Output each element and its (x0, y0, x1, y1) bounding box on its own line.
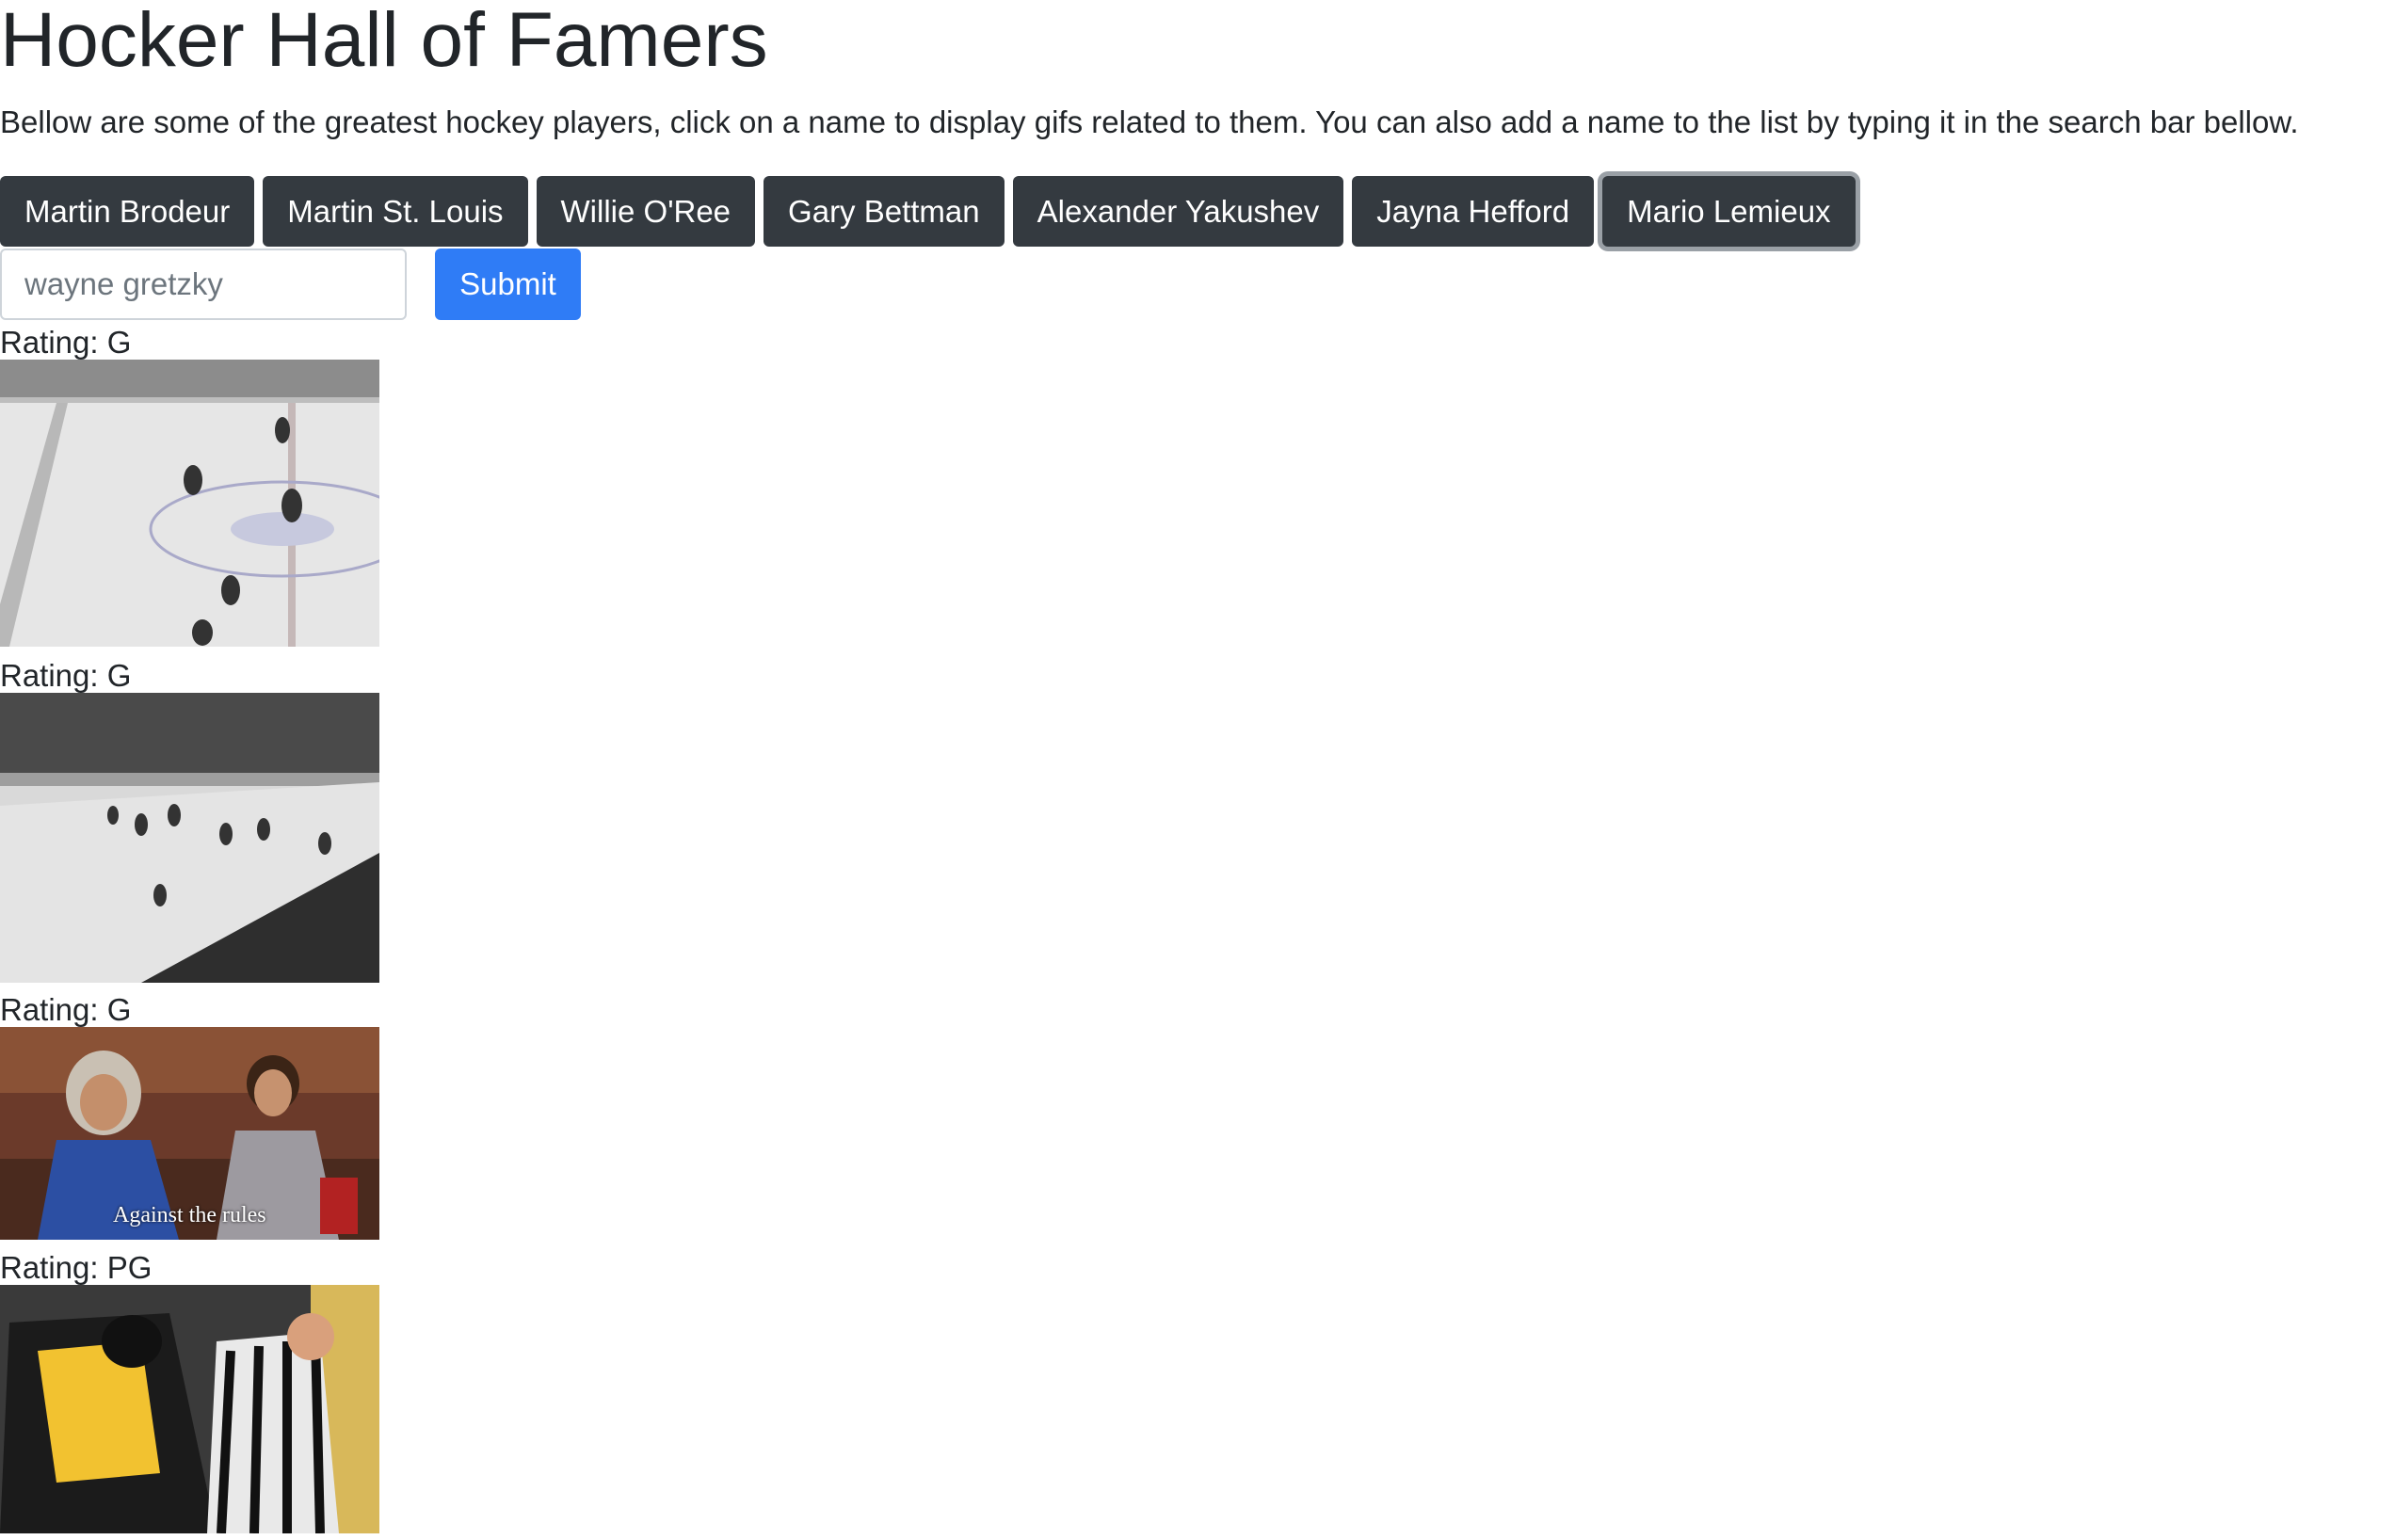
gif-rating: Rating: PG (0, 1250, 153, 1285)
player-button-row: Martin Brodeur Martin St. Louis Willie O… (0, 176, 1856, 247)
intro-text: Bellow are some of the greatest hockey p… (0, 104, 2299, 139)
gif-item: Rating: G Against the rules (0, 993, 379, 1240)
player-button-alexander-yakushev[interactable]: Alexander Yakushev (1012, 176, 1344, 247)
gif-item: Rating: PG (0, 1251, 379, 1533)
player-button-martin-brodeur[interactable]: Martin Brodeur (0, 176, 255, 247)
player-button-martin-st-louis[interactable]: Martin St. Louis (263, 176, 528, 247)
submit-button[interactable]: Submit (435, 249, 581, 320)
gif-image[interactable] (0, 360, 379, 647)
search-input[interactable] (0, 249, 407, 320)
gif-image[interactable] (0, 693, 379, 983)
page-title: Hocker Hall of Famers (0, 0, 768, 83)
player-button-gary-bettman[interactable]: Gary Bettman (764, 176, 1005, 247)
player-button-willie-oree[interactable]: Willie O'Ree (536, 176, 756, 247)
gif-rating: Rating: G (0, 325, 132, 360)
gif-item: Rating: G (0, 326, 379, 647)
page: Hocker Hall of Famers Bellow are some of… (0, 0, 2395, 1540)
gif-caption: Against the rules (113, 1203, 266, 1227)
gif-rating: Rating: G (0, 992, 132, 1027)
gif-item: Rating: G (0, 659, 379, 983)
player-button-mario-lemieux[interactable]: Mario Lemieux (1602, 176, 1856, 247)
gif-rating: Rating: G (0, 658, 132, 693)
gif-image[interactable] (0, 1285, 379, 1533)
player-button-jayna-hefford[interactable]: Jayna Hefford (1352, 176, 1595, 247)
gif-image[interactable]: Against the rules (0, 1027, 379, 1240)
